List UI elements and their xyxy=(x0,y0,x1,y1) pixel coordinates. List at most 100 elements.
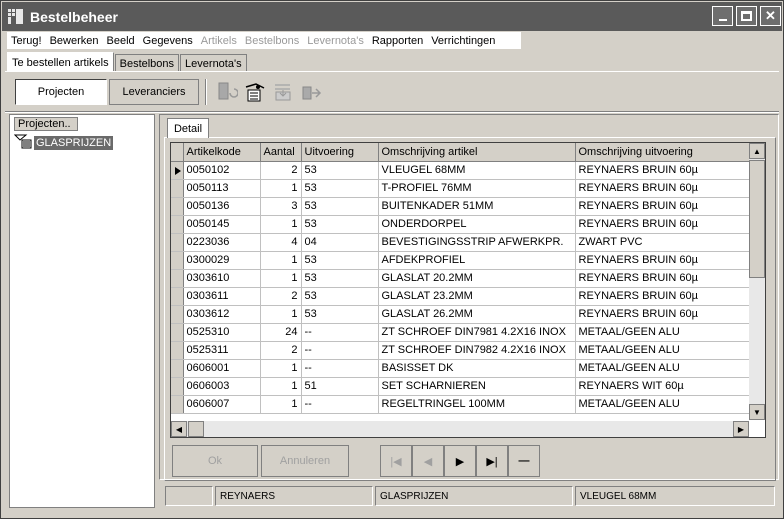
omschrijving-uitvoering-cell[interactable]: REYNAERS BRUIN 60µ xyxy=(575,251,752,270)
artikelkode-cell[interactable]: 0303611 xyxy=(183,287,261,306)
scroll-right-button[interactable]: ▶ xyxy=(733,421,749,437)
tree-node[interactable]: GLASPRIJZEN xyxy=(13,133,114,152)
uitvoering-cell[interactable]: 53 xyxy=(301,287,379,306)
menu-verrichtingen[interactable]: Verrichtingen xyxy=(427,35,499,47)
omschrijving-uitvoering-cell[interactable]: REYNAERS BRUIN 60µ xyxy=(575,269,752,288)
horizontal-scrollbar[interactable]: ◀ ▶ xyxy=(171,421,749,437)
column-header-artikelkode[interactable]: Artikelkode xyxy=(183,143,261,162)
artikelkode-cell[interactable]: 0050145 xyxy=(183,215,261,234)
omschrijving-uitvoering-cell[interactable]: REYNAERS BRUIN 60µ xyxy=(575,215,752,234)
artikelkode-cell[interactable]: 0606001 xyxy=(183,359,261,378)
omschrijving-artikel-cell[interactable]: GLASLAT 20.2MM xyxy=(378,269,576,288)
row-indicator[interactable] xyxy=(171,197,184,216)
omschrijving-artikel-cell[interactable]: ONDERDORPEL xyxy=(378,215,576,234)
row-indicator[interactable] xyxy=(171,251,184,270)
omschrijving-uitvoering-cell[interactable]: METAAL/GEEN ALU xyxy=(575,395,752,414)
uitvoering-cell[interactable]: 04 xyxy=(301,233,379,252)
omschrijving-uitvoering-cell[interactable]: REYNAERS BRUIN 60µ xyxy=(575,305,752,324)
artikelkode-cell[interactable]: 0050102 xyxy=(183,161,261,180)
row-indicator[interactable] xyxy=(171,359,184,378)
omschrijving-artikel-cell[interactable]: SET SCHARNIEREN xyxy=(378,377,576,396)
aantal-cell[interactable]: 1 xyxy=(260,359,302,378)
row-indicator[interactable] xyxy=(171,233,184,252)
table-row[interactable]: 0050102 2 53 VLEUGEL 68MM REYNAERS BRUIN 60µ xyxy=(171,161,752,180)
row-indicator[interactable] xyxy=(171,341,184,360)
next-record-button[interactable]: ▶ xyxy=(444,445,476,477)
tree-header[interactable]: Projecten.. xyxy=(14,117,78,131)
send-icon[interactable] xyxy=(300,81,322,103)
uitvoering-cell[interactable]: 53 xyxy=(301,215,379,234)
omschrijving-artikel-cell[interactable]: T-PROFIEL 76MM xyxy=(378,179,576,198)
menu-artikels[interactable]: Artikels xyxy=(197,35,241,47)
omschrijving-uitvoering-cell[interactable]: REYNAERS WIT 60µ xyxy=(575,377,752,396)
table-row[interactable]: 0303610 1 53 GLASLAT 20.2MM REYNAERS BRUIN 6… xyxy=(171,269,752,288)
tab-bestelbons[interactable]: Bestelbons xyxy=(114,54,180,72)
aantal-cell[interactable]: 3 xyxy=(260,197,302,216)
maximize-button[interactable] xyxy=(736,6,757,26)
projecten-button[interactable]: Projecten xyxy=(15,79,107,105)
table-row[interactable]: 0223036 4 04 BEVESTIGINGSSTRIP AFWERKPR. ZWA… xyxy=(171,233,752,252)
order-list-icon[interactable] xyxy=(244,81,266,103)
uitvoering-cell[interactable]: 51 xyxy=(301,377,379,396)
vertical-scrollbar[interactable]: ▲ ▼ xyxy=(749,143,765,420)
menu-gegevens[interactable]: Gegevens xyxy=(139,35,197,47)
table-row[interactable]: 0525310 24 -- ZT SCHROEF DIN7981 4.2X16 INO… xyxy=(171,323,752,342)
aantal-cell[interactable]: 1 xyxy=(260,215,302,234)
aantal-cell[interactable]: 24 xyxy=(260,323,302,342)
uitvoering-cell[interactable]: -- xyxy=(301,323,379,342)
omschrijving-artikel-cell[interactable]: GLASLAT 26.2MM xyxy=(378,305,576,324)
omschrijving-artikel-cell[interactable]: VLEUGEL 68MM xyxy=(378,161,576,180)
row-indicator[interactable] xyxy=(171,215,184,234)
table-row[interactable]: 0050136 3 53 BUITENKADER 51MM REYNAERS BRUIN… xyxy=(171,197,752,216)
table-row[interactable]: 0606003 1 51 SET SCHARNIEREN REYNAERS WIT 60… xyxy=(171,377,752,396)
tab-levernotas[interactable]: Levernota's xyxy=(180,54,247,72)
row-indicator[interactable] xyxy=(171,287,184,306)
last-record-button[interactable]: ▶| xyxy=(476,445,508,477)
artikelkode-cell[interactable]: 0050136 xyxy=(183,197,261,216)
artikelkode-cell[interactable]: 0606007 xyxy=(183,395,261,414)
add-to-order-icon[interactable] xyxy=(216,81,239,103)
close-button[interactable]: ✕ xyxy=(760,6,781,26)
horizontal-scroll-thumb[interactable] xyxy=(188,421,204,437)
aantal-cell[interactable]: 2 xyxy=(260,287,302,306)
table-row[interactable]: 0606007 1 -- REGELTRINGEL 100MM METAAL/GEEN … xyxy=(171,395,752,414)
omschrijving-uitvoering-cell[interactable]: METAAL/GEEN ALU xyxy=(575,341,752,360)
omschrijving-uitvoering-cell[interactable]: METAAL/GEEN ALU xyxy=(575,359,752,378)
uitvoering-cell[interactable]: -- xyxy=(301,341,379,360)
delete-record-button[interactable]: — xyxy=(508,445,540,477)
uitvoering-cell[interactable]: -- xyxy=(301,395,379,414)
row-indicator[interactable] xyxy=(171,269,184,288)
menu-beeld[interactable]: Beeld xyxy=(103,35,139,47)
artikelkode-cell[interactable]: 0050113 xyxy=(183,179,261,198)
column-header-uitvoering[interactable]: Uitvoering xyxy=(301,143,379,162)
omschrijving-artikel-cell[interactable]: REGELTRINGEL 100MM xyxy=(378,395,576,414)
artikelkode-cell[interactable]: 0300029 xyxy=(183,251,261,270)
annuleren-button[interactable]: Annuleren xyxy=(261,445,349,477)
omschrijving-artikel-cell[interactable]: BUITENKADER 51MM xyxy=(378,197,576,216)
artikelkode-cell[interactable]: 0525310 xyxy=(183,323,261,342)
menu-bewerken[interactable]: Bewerken xyxy=(46,35,103,47)
menu-levernotas[interactable]: Levernota's xyxy=(303,35,368,47)
artikelkode-cell[interactable]: 0525311 xyxy=(183,341,261,360)
artikelkode-cell[interactable]: 0303612 xyxy=(183,305,261,324)
aantal-cell[interactable]: 4 xyxy=(260,233,302,252)
vertical-scroll-thumb[interactable] xyxy=(749,160,765,278)
omschrijving-artikel-cell[interactable]: ZT SCHROEF DIN7981 4.2X16 INOX xyxy=(378,323,576,342)
table-row[interactable]: 0300029 1 53 AFDEKPROFIEL REYNAERS BRUIN 60µ xyxy=(171,251,752,270)
omschrijving-uitvoering-cell[interactable]: REYNAERS BRUIN 60µ xyxy=(575,197,752,216)
scroll-left-button[interactable]: ◀ xyxy=(171,421,187,437)
uitvoering-cell[interactable]: 53 xyxy=(301,305,379,324)
omschrijving-uitvoering-cell[interactable]: REYNAERS BRUIN 60µ xyxy=(575,161,752,180)
aantal-cell[interactable]: 1 xyxy=(260,179,302,198)
import-icon[interactable] xyxy=(272,81,294,103)
omschrijving-artikel-cell[interactable]: GLASLAT 23.2MM xyxy=(378,287,576,306)
aantal-cell[interactable]: 1 xyxy=(260,251,302,270)
menu-bestelbons[interactable]: Bestelbons xyxy=(241,35,303,47)
ok-button[interactable]: Ok xyxy=(172,445,258,477)
omschrijving-uitvoering-cell[interactable]: ZWART PVC xyxy=(575,233,752,252)
first-record-button[interactable]: |◀ xyxy=(380,445,412,477)
aantal-cell[interactable]: 1 xyxy=(260,305,302,324)
leveranciers-button[interactable]: Leveranciers xyxy=(109,79,199,105)
previous-record-button[interactable]: ◀ xyxy=(412,445,444,477)
table-row[interactable]: 0525311 2 -- ZT SCHROEF DIN7982 4.2X16 INOX… xyxy=(171,341,752,360)
